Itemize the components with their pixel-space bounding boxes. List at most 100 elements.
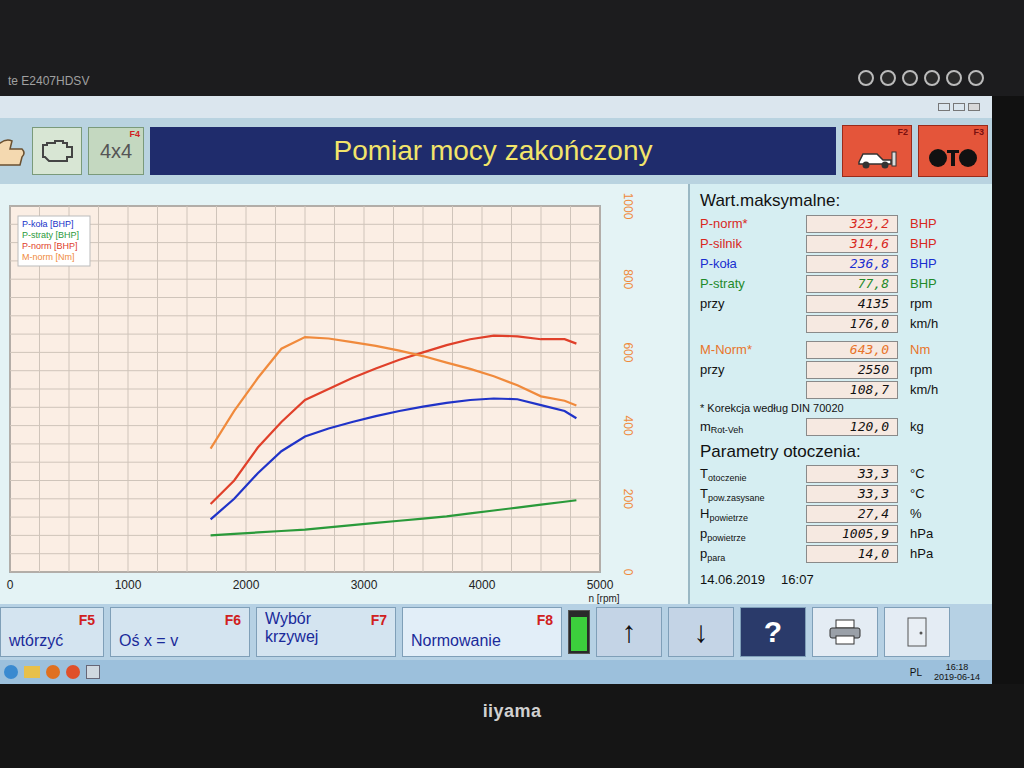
monitor-top-bezel: te E2407HDSV: [0, 0, 1024, 96]
main-area: P-koła [BHP]P-straty [BHP]P-norm [BHP]M-…: [0, 184, 992, 604]
down-button[interactable]: ↓: [668, 607, 734, 657]
value-box: 4135: [806, 295, 898, 313]
monitor-button[interactable]: [880, 70, 896, 86]
row-unit: BHP: [898, 214, 937, 234]
row-label: P-straty: [700, 274, 806, 294]
monitor-right-bezel: [992, 96, 1024, 684]
function-button[interactable]: F2: [842, 125, 912, 177]
y-tick: 800: [621, 269, 635, 289]
x-tick: 1000: [115, 578, 142, 592]
monitor-model: te E2407HDSV: [8, 72, 89, 90]
value-box: 643,0: [806, 341, 898, 359]
row-label: mRot-Veh: [700, 417, 806, 437]
row-unit: rpm: [898, 294, 932, 314]
door-icon: [906, 616, 928, 648]
value-box: 2550: [806, 361, 898, 379]
value-row: przy4135rpm: [700, 294, 992, 314]
value-row: M-Norm*643,0Nm: [700, 340, 992, 360]
language[interactable]: PL: [910, 665, 922, 680]
up-button[interactable]: ↑: [596, 607, 662, 657]
function-button[interactable]: NormowanieF8: [402, 607, 562, 657]
value-row: ppara14,0hPa: [700, 544, 992, 564]
header-button[interactable]: [32, 127, 82, 175]
grid-line: [10, 334, 600, 335]
monitor-button[interactable]: [946, 70, 962, 86]
row-label: M-Norm*: [700, 340, 806, 360]
x-tick: 3000: [351, 578, 378, 592]
monitor-bottom-bezel: iiyama: [0, 684, 1024, 768]
grid-line: [10, 553, 600, 554]
value-box: 323,2: [806, 215, 898, 233]
timestamp: 14.06.201916:07: [700, 564, 992, 590]
start-icon[interactable]: [4, 665, 18, 679]
value-row: ppowietrze1005,9hPa: [700, 524, 992, 544]
browser-icon[interactable]: [66, 665, 80, 679]
row-unit: BHP: [898, 254, 937, 274]
maximize-icon[interactable]: [953, 103, 965, 111]
value-box: 27,4: [806, 505, 898, 523]
series-line: [211, 399, 577, 520]
value-row: P-norm*323,2BHP: [700, 214, 992, 234]
series-line: [211, 336, 577, 504]
legend-item: P-norm [BHP]: [22, 241, 78, 251]
clock[interactable]: 16:182019-06-14: [934, 662, 980, 682]
value-box: 108,7: [806, 381, 898, 399]
grid-line: [10, 224, 600, 225]
value-row: mRot-Veh120,0kg: [700, 417, 992, 437]
grid-line: [10, 517, 600, 518]
grid-line: [10, 535, 600, 536]
window-chrome: [0, 96, 992, 118]
row-label: P-koła: [700, 254, 806, 274]
row-label: Hpowietrze: [700, 504, 806, 524]
grid-line: [10, 279, 600, 280]
x-tick: 0: [7, 578, 14, 592]
plot-area: [10, 206, 600, 572]
monitor-button[interactable]: [924, 70, 940, 86]
header-button[interactable]: [0, 127, 26, 175]
row-unit: %: [898, 504, 922, 524]
mode-button[interactable]: 4x4F4: [88, 127, 144, 175]
grid-line: [10, 315, 600, 316]
value-row: Totoczenie33,3°C: [700, 464, 992, 484]
printer-button[interactable]: [812, 607, 878, 657]
monitor-brand: iiyama: [483, 698, 542, 725]
monitor-buttons: [858, 70, 984, 90]
minimize-icon[interactable]: [938, 103, 950, 111]
value-box: 236,8: [806, 255, 898, 273]
thumb-icon: [0, 131, 26, 171]
grid-line: [10, 480, 600, 481]
row-unit: km/h: [898, 380, 938, 400]
row-label: Totoczenie: [700, 464, 806, 484]
row-unit: rpm: [898, 360, 932, 380]
row-unit: °C: [898, 484, 925, 504]
function-button[interactable]: wtórzyćF5: [0, 607, 104, 657]
correction-note: * Korekcja według DIN 70020: [700, 400, 992, 417]
help-button[interactable]: ?: [740, 607, 806, 657]
series-line: [211, 337, 577, 449]
value-row: Hpowietrze27,4%: [700, 504, 992, 524]
app-icon[interactable]: [86, 665, 100, 679]
function-button[interactable]: F3: [918, 125, 988, 177]
grid-line: [10, 407, 600, 408]
close-icon[interactable]: [968, 103, 980, 111]
monitor-button[interactable]: [968, 70, 984, 86]
folder-icon[interactable]: [24, 666, 40, 678]
row-unit: BHP: [898, 234, 937, 254]
title: Pomiar mocy zakończony: [333, 130, 652, 172]
monitor-button[interactable]: [902, 70, 918, 86]
exit-button[interactable]: [884, 607, 950, 657]
grid-line: [10, 352, 600, 353]
value-row: przy2550rpm: [700, 360, 992, 380]
y-tick: 1000: [621, 193, 635, 220]
grid-line: [10, 242, 600, 243]
value-box: 33,3: [806, 465, 898, 483]
x-tick: 5000: [587, 578, 614, 592]
function-button[interactable]: Oś x = vF6: [110, 607, 250, 657]
monitor-button[interactable]: [858, 70, 874, 86]
y-tick: 600: [621, 342, 635, 362]
function-button[interactable]: WybórkrzywejF7: [256, 607, 396, 657]
value-box: 33,3: [806, 485, 898, 503]
indicator-fill: [571, 617, 587, 651]
media-icon[interactable]: [46, 665, 60, 679]
y-tick: 400: [621, 416, 635, 436]
